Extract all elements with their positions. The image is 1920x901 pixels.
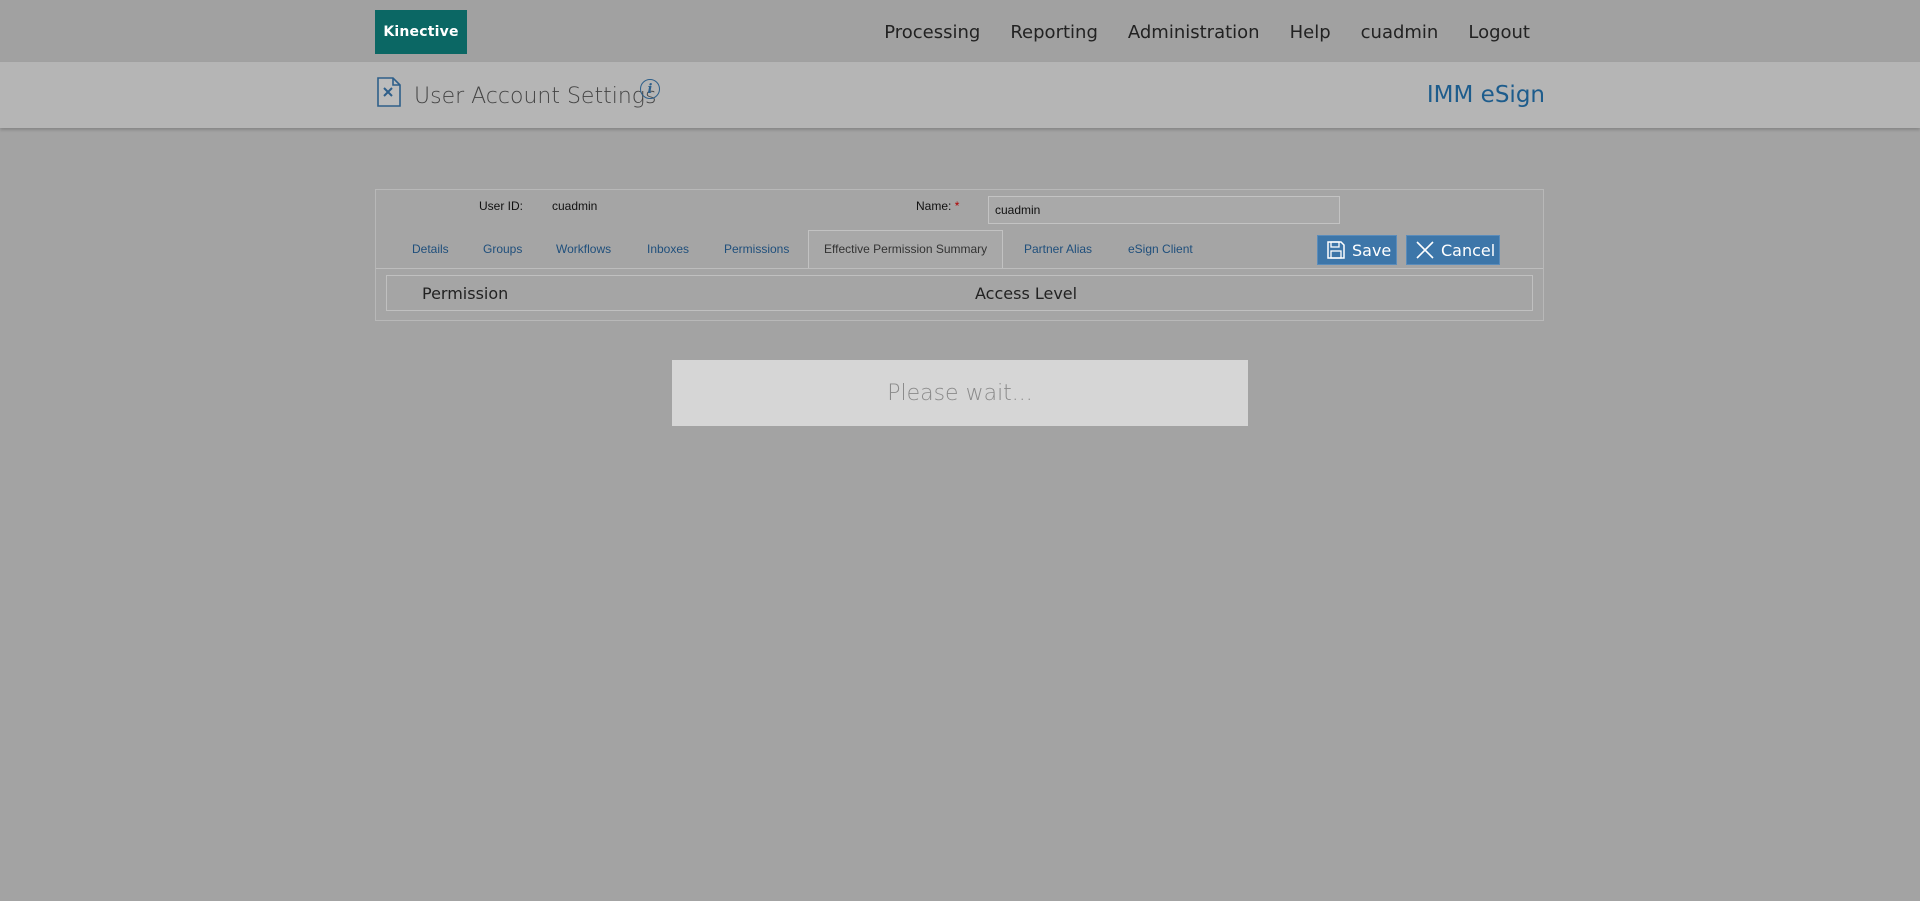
close-icon [1416,241,1434,259]
cancel-button-label: Cancel [1441,240,1496,260]
loading-overlay: Please wait... [672,360,1248,426]
nav-administration[interactable]: Administration [1128,22,1260,43]
save-icon [1327,241,1345,259]
user-id-label: User ID: [479,199,524,213]
info-icon[interactable]: i [640,79,660,99]
column-permission[interactable]: Permission [422,284,508,303]
product-brand: IMM eSign [1426,82,1545,108]
tab-effective-permission-summary[interactable]: Effective Permission Summary [808,230,1004,268]
nav-logout[interactable]: Logout [1468,22,1530,43]
nav-processing[interactable]: Processing [884,22,980,43]
name-label: Name: * [916,199,960,213]
column-access-level[interactable]: Access Level [975,284,1077,303]
tab-esign-client[interactable]: eSign Client [1128,242,1193,256]
kinective-logo[interactable]: Kinective [375,10,467,54]
name-field[interactable]: cuadmin [988,196,1340,224]
tab-inboxes[interactable]: Inboxes [647,242,689,256]
page-title-bar: User Account Settings i IMM eSign [0,62,1920,128]
permission-table-header: Permission Access Level [386,275,1533,311]
nav-reporting[interactable]: Reporting [1010,22,1098,43]
cancel-button[interactable]: Cancel [1406,235,1500,265]
tab-permissions[interactable]: Permissions [724,242,789,256]
tab-details[interactable]: Details [412,242,449,256]
tab-partner-alias[interactable]: Partner Alias [1024,242,1092,256]
main-nav: Processing Reporting Administration Help… [854,22,1530,43]
top-nav-bar: Kinective Processing Reporting Administr… [0,0,1920,62]
page-title: User Account Settings [414,84,657,109]
required-marker: * [954,199,960,213]
tab-groups[interactable]: Groups [483,242,522,256]
nav-user-account[interactable]: cuadmin [1361,22,1439,43]
save-button[interactable]: Save [1317,235,1397,265]
user-account-panel: User ID: cuadmin Name: * cuadmin Details… [375,189,1544,321]
document-settings-icon [377,77,401,107]
tab-workflows[interactable]: Workflows [556,242,611,256]
user-id-value: cuadmin [552,199,598,213]
save-button-label: Save [1352,240,1392,260]
nav-help[interactable]: Help [1290,22,1331,43]
